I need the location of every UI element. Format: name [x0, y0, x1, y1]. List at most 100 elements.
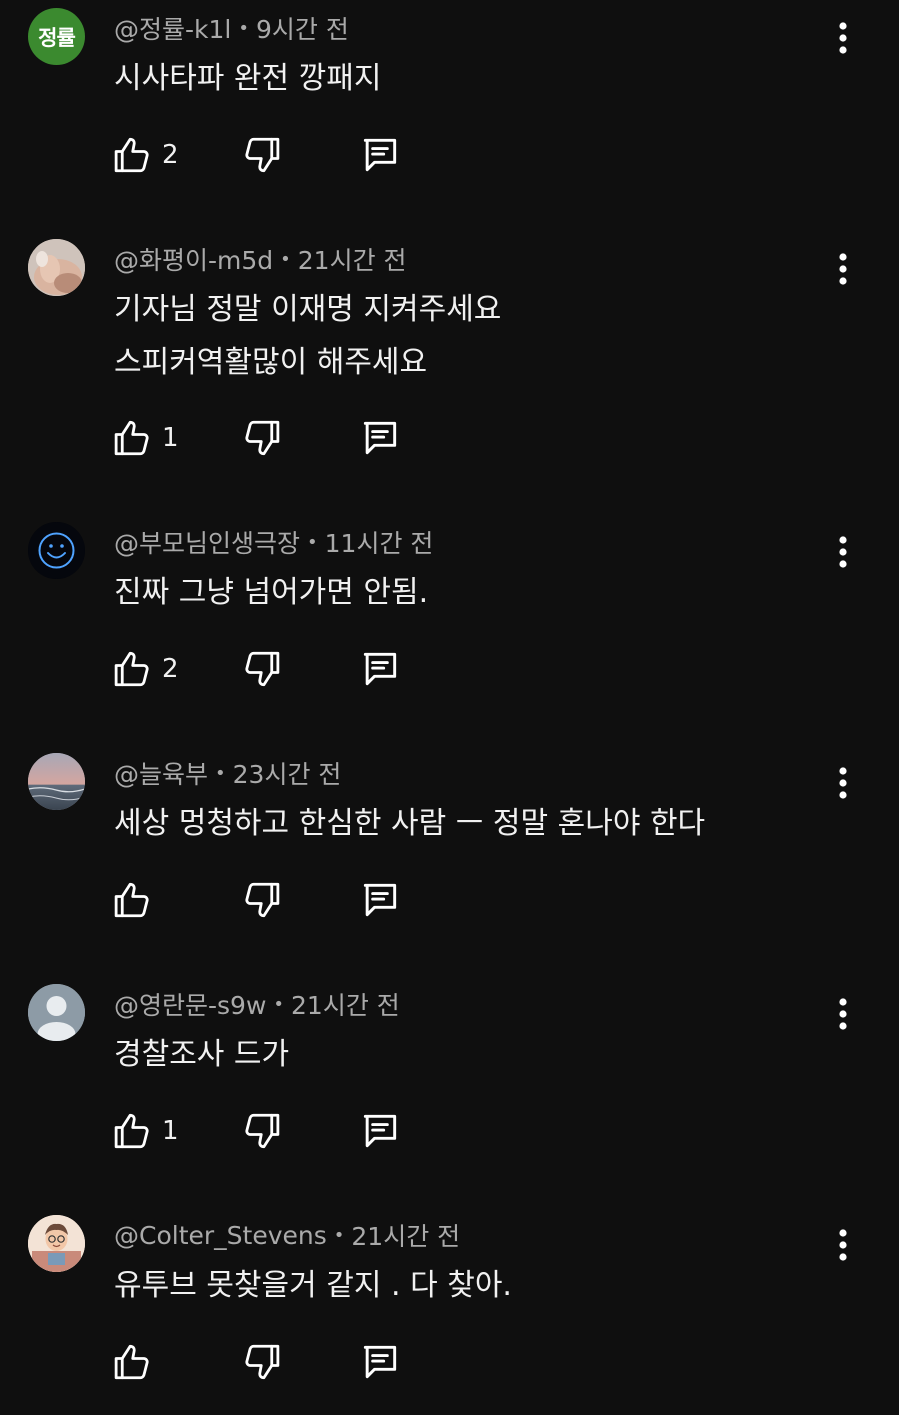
- dislike-button[interactable]: [242, 1337, 284, 1387]
- separator-dot: •: [333, 1224, 345, 1246]
- comment-text: 시사타파 완전 깡패지: [114, 52, 381, 105]
- thumb-up-icon: [114, 651, 149, 687]
- comment-actions: [110, 1337, 430, 1387]
- more-actions-button[interactable]: [826, 530, 860, 574]
- photo-hand-icon: [28, 239, 85, 296]
- comment-reply-icon: [363, 1345, 397, 1379]
- comment-meta: @정률-k1l • 9시간 전: [114, 8, 349, 48]
- comment-text: 진짜 그냥 넘어가면 안됨.: [114, 566, 428, 619]
- thumb-down-icon: [245, 420, 280, 456]
- separator-dot: •: [215, 762, 226, 784]
- more-actions-button[interactable]: [826, 761, 860, 805]
- comment-meta: @부모님인생극장 • 11시간 전: [114, 522, 433, 562]
- reply-button[interactable]: [358, 875, 402, 925]
- comment-text-line: 기자님 정말 이재명 지켜주세요: [114, 292, 502, 327]
- thumb-up-icon: [114, 137, 149, 173]
- like-count: 1: [162, 1116, 179, 1146]
- separator-dot: •: [307, 531, 318, 553]
- more-vert-icon: [839, 253, 847, 285]
- thumb-up-icon: [114, 882, 149, 918]
- comment-author[interactable]: @화평이-m5d: [114, 241, 273, 277]
- thumb-down-icon: [245, 137, 280, 173]
- thumb-down-icon: [245, 1344, 280, 1380]
- comment-text-line: 진짜 그냥 넘어가면 안됨.: [114, 575, 429, 610]
- like-button[interactable]: 2: [110, 130, 179, 180]
- comment-text-line: 유투브 못찾을거 같지 . 다 찾아.: [114, 1268, 512, 1303]
- comment-text: 세상 멍청하고 한심한 사람 ㅡ 정말 혼나야 한다: [114, 797, 705, 850]
- comment-text: 유투브 못찾을거 같지 . 다 찾아.: [114, 1259, 512, 1312]
- dislike-button[interactable]: [242, 644, 284, 694]
- comment-text: 기자님 정말 이재명 지켜주세요 스피커역활많이 해주세요: [114, 283, 501, 389]
- comment-reply-icon: [363, 652, 397, 686]
- dislike-button[interactable]: [242, 1106, 284, 1156]
- comment-text-line: 시사타파 완전 깡패지: [114, 61, 382, 96]
- comment-author[interactable]: @Colter_Stevens: [114, 1221, 327, 1250]
- comment-time[interactable]: 21시간 전: [351, 1217, 460, 1253]
- dislike-button[interactable]: [242, 413, 284, 463]
- comment-author[interactable]: @부모님인생극장: [114, 524, 300, 560]
- comment-meta: @화평이-m5d • 21시간 전: [114, 239, 407, 279]
- comment-reply-icon: [363, 883, 397, 917]
- default-user-icon: [28, 984, 85, 1041]
- avatar-initials: 정률: [38, 25, 76, 50]
- comment-text-line: 경찰조사 드가: [114, 1037, 290, 1072]
- comment-actions: 1: [110, 1106, 430, 1156]
- comment-author[interactable]: @늘육부: [114, 755, 208, 791]
- comment-author[interactable]: @영란문-s9w: [114, 986, 266, 1022]
- avatar[interactable]: [28, 239, 85, 296]
- comment-time[interactable]: 23시간 전: [233, 755, 342, 791]
- dislike-button[interactable]: [242, 875, 284, 925]
- avatar[interactable]: [28, 1215, 85, 1272]
- like-button[interactable]: 1: [110, 413, 179, 463]
- more-actions-button[interactable]: [826, 1223, 860, 1267]
- reply-button[interactable]: [358, 1337, 402, 1387]
- like-button[interactable]: [110, 875, 162, 925]
- like-count: 2: [162, 140, 179, 170]
- avatar[interactable]: [28, 522, 85, 579]
- comment-text-line: 스피커역활많이 해주세요: [114, 345, 428, 380]
- comment-reply-icon: [363, 1114, 397, 1148]
- thumb-up-icon: [114, 1113, 149, 1149]
- reply-button[interactable]: [358, 1106, 402, 1156]
- separator-dot: •: [273, 993, 285, 1015]
- thumb-down-icon: [245, 1113, 280, 1149]
- avatar[interactable]: [28, 753, 85, 810]
- comment-actions: 2: [110, 644, 430, 694]
- like-button[interactable]: 2: [110, 644, 179, 694]
- separator-dot: •: [238, 17, 249, 39]
- avatar[interactable]: 정률: [28, 8, 85, 65]
- like-count: 1: [162, 423, 179, 453]
- comment-reply-icon: [363, 138, 397, 172]
- more-actions-button[interactable]: [826, 247, 860, 291]
- comment-actions: [110, 875, 430, 925]
- reply-button[interactable]: [358, 130, 402, 180]
- more-vert-icon: [839, 767, 847, 799]
- comment-time[interactable]: 9시간 전: [256, 10, 349, 46]
- comment-meta: @늘육부 • 23시간 전: [114, 753, 341, 793]
- comment-time[interactable]: 21시간 전: [291, 986, 400, 1022]
- reply-button[interactable]: [358, 413, 402, 463]
- thumb-down-icon: [245, 651, 280, 687]
- sea-sunset-icon: [28, 753, 85, 810]
- thumb-up-icon: [114, 420, 149, 456]
- like-button[interactable]: [110, 1337, 162, 1387]
- thumb-down-icon: [245, 882, 280, 918]
- comment-meta: @영란문-s9w • 21시간 전: [114, 984, 400, 1024]
- comment-actions: 1: [110, 413, 430, 463]
- thumb-up-icon: [114, 1344, 149, 1380]
- comment-text: 경찰조사 드가: [114, 1028, 289, 1081]
- comment-time[interactable]: 21시간 전: [298, 241, 407, 277]
- reply-button[interactable]: [358, 644, 402, 694]
- comment-author[interactable]: @정률-k1l: [114, 10, 231, 46]
- like-button[interactable]: 1: [110, 1106, 179, 1156]
- dislike-button[interactable]: [242, 130, 284, 180]
- more-actions-button[interactable]: [826, 16, 860, 60]
- more-vert-icon: [839, 22, 847, 54]
- comment-reply-icon: [363, 421, 397, 455]
- comment-actions: 2: [110, 130, 430, 180]
- like-count: 2: [162, 654, 179, 684]
- avatar[interactable]: [28, 984, 85, 1041]
- comment-time[interactable]: 11시간 전: [325, 524, 434, 560]
- more-actions-button[interactable]: [826, 992, 860, 1036]
- comment-text-line: 세상 멍청하고 한심한 사람 ㅡ 정말 혼나야 한다: [114, 806, 706, 841]
